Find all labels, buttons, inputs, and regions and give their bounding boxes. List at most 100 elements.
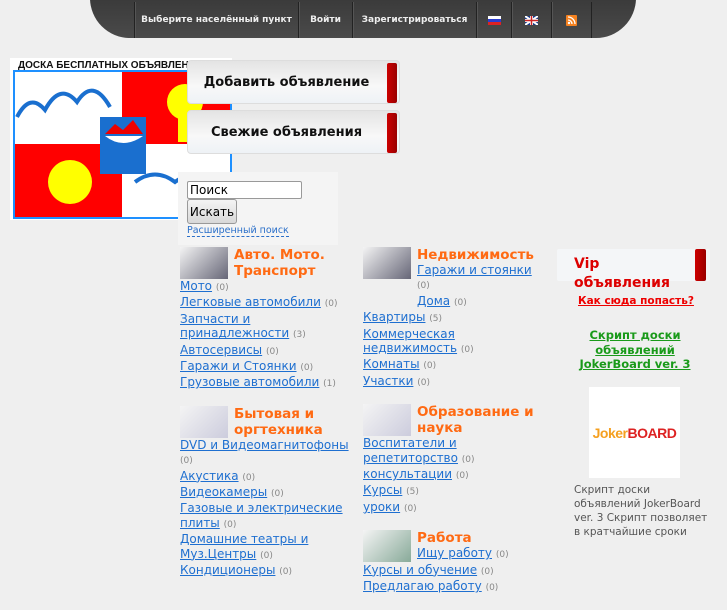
item-count: (1) <box>323 379 336 390</box>
item-count: (0) <box>265 346 279 357</box>
category-header: Работа Ищу работу (0) <box>363 530 545 563</box>
category-header: Образование и наука <box>363 404 545 437</box>
nav-login[interactable]: Войти <box>298 2 352 38</box>
category-link-item: Ищу работу (0) <box>417 546 509 562</box>
category-link[interactable]: Дома <box>417 294 450 308</box>
category-link[interactable]: Кондиционеры <box>180 563 275 577</box>
category-title[interactable]: Образование и наука <box>417 404 545 436</box>
category-link[interactable]: консультации <box>363 467 452 481</box>
add-ad-button[interactable]: Добавить объявление <box>187 60 400 104</box>
item-count: (0) <box>423 361 437 372</box>
category-block: Образование и наука Воспитатели и репетит… <box>363 404 545 516</box>
category-link[interactable]: Квартиры <box>363 310 425 324</box>
category-title[interactable]: Авто. Мото. Транспорт <box>234 247 362 279</box>
item-count: (0) <box>485 583 499 594</box>
category-link-item: Курсы (5) <box>363 483 545 499</box>
lang-ru[interactable] <box>476 2 511 38</box>
item-count: (5) <box>406 487 419 498</box>
search-input[interactable] <box>187 181 302 199</box>
category-title[interactable]: Работа <box>417 530 509 546</box>
category-thumbnail[interactable] <box>363 530 411 563</box>
nav-register[interactable]: Зарегистрироваться <box>352 2 476 38</box>
item-count: (0) <box>455 471 469 482</box>
item-count: (0) <box>300 363 314 374</box>
category-link-item: Видеокамеры (0) <box>180 485 362 501</box>
vip-header[interactable]: Vip объявления <box>557 249 710 291</box>
category-header: Недвижимость Гаражи и стоянки (0) Дома (0) <box>363 247 545 310</box>
category-link-item: уроки (0) <box>363 500 545 516</box>
item-count: (0) <box>417 281 430 292</box>
advanced-search-link[interactable]: Расширенный поиск <box>187 225 289 237</box>
category-link-item: Домашние театры и Муз.Центры (0) <box>180 532 362 563</box>
fresh-ads-button[interactable]: Свежие объявления <box>187 110 400 154</box>
nav-label: Войти <box>310 15 341 25</box>
category-link[interactable]: Ищу работу <box>417 546 492 560</box>
category-link-item: Дома (0) <box>417 294 545 310</box>
rss-link[interactable] <box>551 2 592 38</box>
ru-flag-icon <box>487 15 501 25</box>
categories-middle: Недвижимость Гаражи и стоянки (0) Дома (0)… <box>363 247 545 610</box>
category-link[interactable]: Легковые автомобили <box>180 295 321 309</box>
category-link[interactable]: Курсы <box>363 483 402 497</box>
category-title[interactable]: Недвижимость <box>417 247 545 263</box>
item-count: (3) <box>293 330 306 341</box>
category-link[interactable]: Участки <box>363 374 413 388</box>
category-link[interactable]: Комнаты <box>363 357 420 371</box>
item-count: (0) <box>242 472 256 483</box>
category-link[interactable]: Гаражи и стоянки <box>417 263 532 277</box>
category-link[interactable]: Видеокамеры <box>180 485 267 499</box>
button-tab <box>387 113 397 153</box>
jokerboard-logo[interactable]: JokerBOARD <box>589 387 680 478</box>
category-link-item: Мото (0) <box>180 279 362 295</box>
category-link-item: Газовые и электрические плиты (0) <box>180 501 362 532</box>
category-link[interactable]: Грузовые автомобили <box>180 375 319 389</box>
category-link[interactable]: Газовые и электрические плиты <box>180 501 343 529</box>
fresh-ads-label: Свежие объявления <box>210 124 363 140</box>
category-link[interactable]: Курсы и обучение <box>363 563 477 577</box>
category-link[interactable]: Акустика <box>180 469 239 483</box>
category-link-item: Курсы и обучение (0) <box>363 563 545 579</box>
item-count: (0) <box>460 345 474 356</box>
category-link-item: Акустика (0) <box>180 469 362 485</box>
category-link[interactable]: DVD и Видеомагнитофоны <box>180 438 349 452</box>
category-link[interactable]: Запчасти и принадлежности <box>180 312 289 340</box>
category-link[interactable]: Предлагаю работу <box>363 579 482 593</box>
item-count: (0) <box>324 299 338 310</box>
category-link[interactable]: Коммерческая недвижимость <box>363 327 457 355</box>
category-block: Работа Ищу работу (0) Курсы и обучение (0)… <box>363 530 545 595</box>
category-link[interactable]: Гаражи и Стоянки <box>180 359 297 373</box>
category-link[interactable]: Домашние театры и Муз.Центры <box>180 532 308 560</box>
category-link-item: Легковые автомобили (0) <box>180 295 362 311</box>
category-title[interactable]: Бытовая и оргтехника <box>234 406 362 438</box>
category-link-item: Грузовые автомобили (1) <box>180 375 362 391</box>
category-link-item: Участки (0) <box>363 374 545 390</box>
category-link-item: Кондиционеры (0) <box>180 563 362 579</box>
category-thumbnail[interactable] <box>363 404 411 437</box>
button-tab <box>387 63 397 103</box>
item-count: (0) <box>215 283 229 293</box>
item-count: (0) <box>417 377 430 388</box>
category-block: Бытовая и оргтехника DVD и Видеомагнитофо… <box>180 405 362 580</box>
category-link-item: Гаражи и стоянки (0) <box>417 263 545 294</box>
jokerboard-script-link[interactable]: Скрипт доски объявлений JokerBoard ver. … <box>565 328 705 372</box>
category-link[interactable]: Мото <box>180 279 212 293</box>
search-button[interactable]: Искать <box>187 199 237 224</box>
item-count: (0) <box>271 489 284 500</box>
category-thumbnail[interactable] <box>180 405 228 438</box>
category-link[interactable]: уроки <box>363 500 400 514</box>
categories-left: Авто. Мото. Транспорт Мото (0) Легковые ав… <box>180 247 362 594</box>
vip-tab <box>695 249 706 281</box>
how-to-get-here-link[interactable]: Как сюда попасть? <box>578 295 694 307</box>
item-count: (0) <box>495 550 509 561</box>
category-link-item: Автосервисы (0) <box>180 343 362 359</box>
category-link[interactable]: Автосервисы <box>180 343 262 357</box>
category-thumbnail[interactable] <box>180 247 228 279</box>
nav-select-location[interactable]: Выберите населённый пункт <box>134 2 298 38</box>
category-link-item: Гаражи и Стоянки (0) <box>180 359 362 375</box>
category-thumbnail[interactable] <box>363 247 411 279</box>
item-count: (0) <box>461 454 475 465</box>
category-link[interactable]: Воспитатели и репетиторство <box>363 436 458 464</box>
lang-en[interactable] <box>511 2 551 38</box>
jokerboard-logo-text: JokerBOARD <box>592 424 677 441</box>
item-count: (0) <box>223 519 237 530</box>
